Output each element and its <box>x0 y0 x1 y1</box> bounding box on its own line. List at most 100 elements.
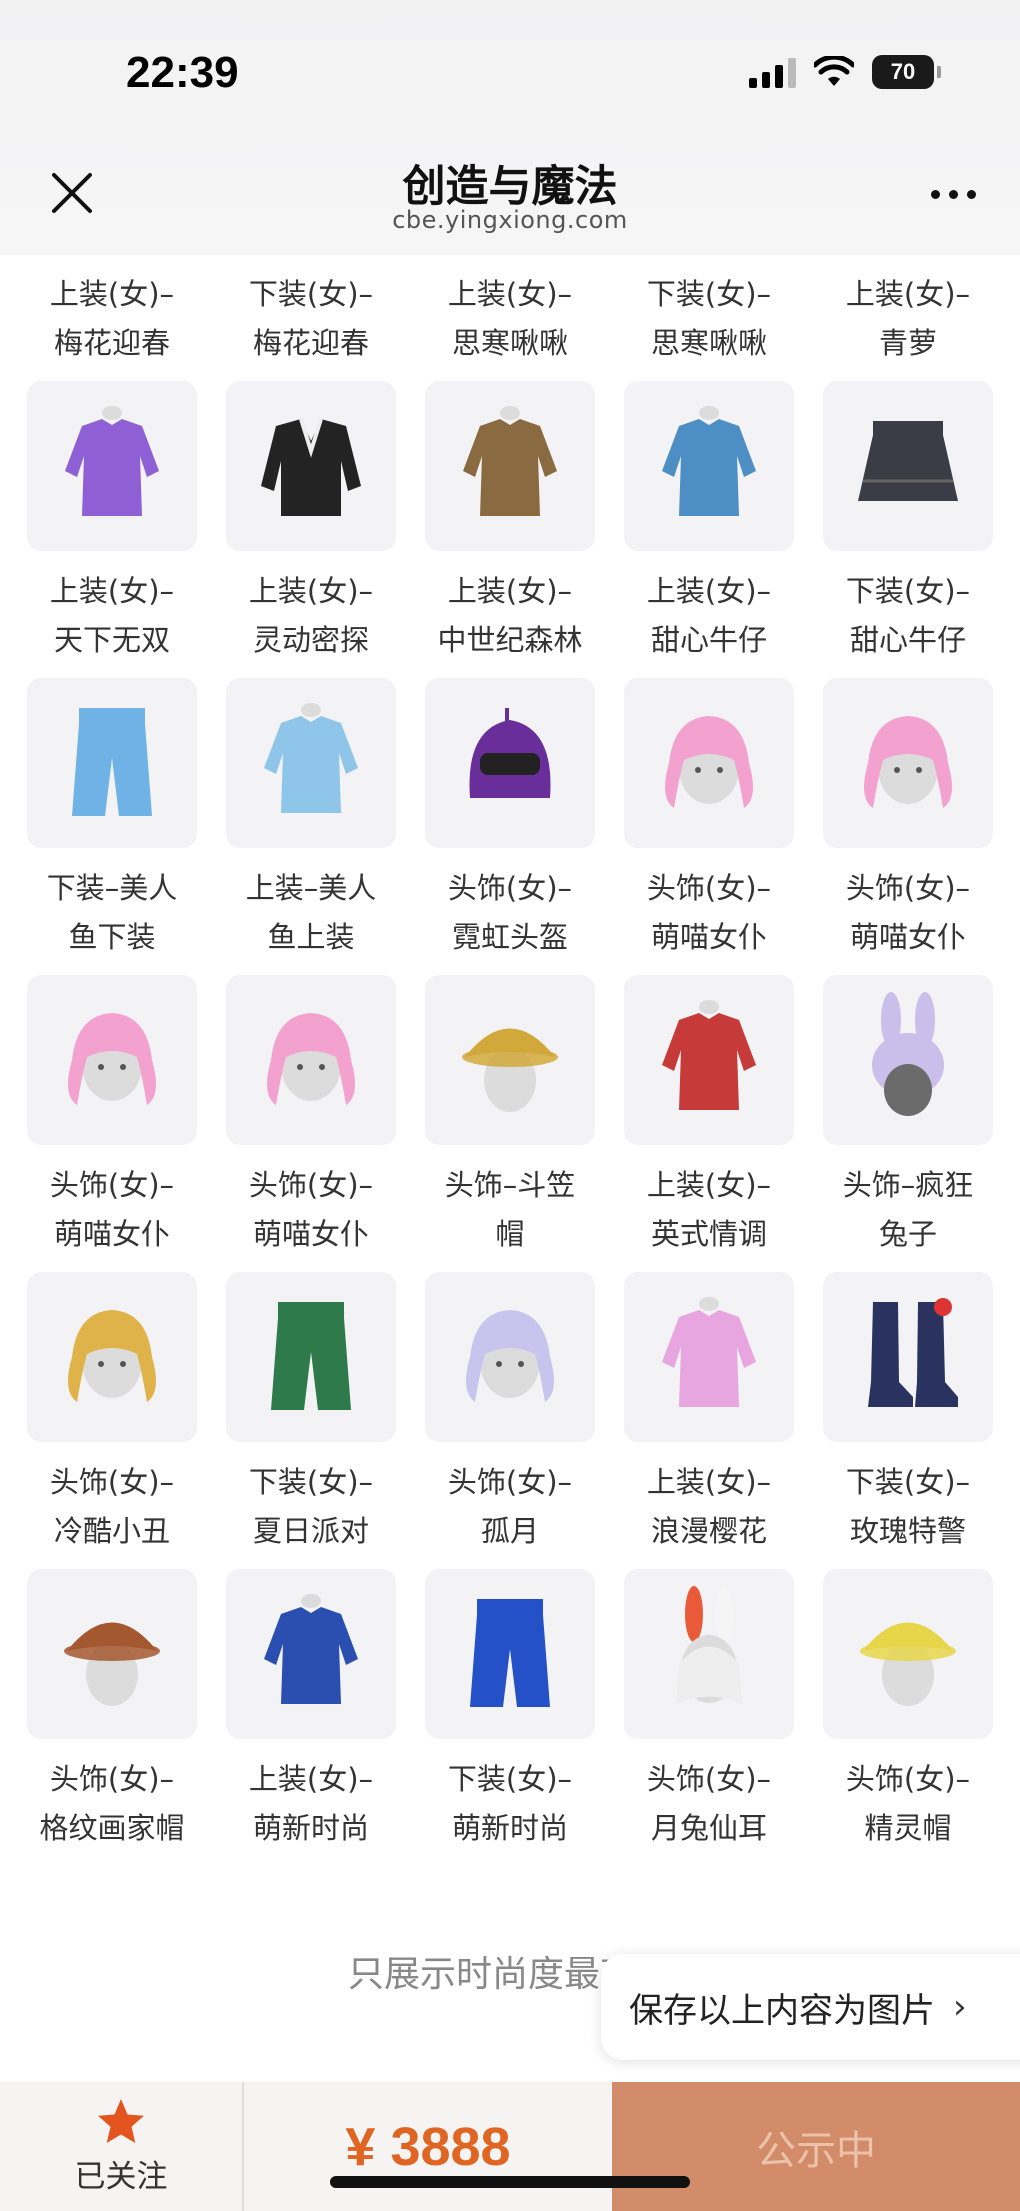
outfit-label-line1: 下装(女)– <box>646 277 772 311</box>
bunny-hat-icon <box>872 992 944 1116</box>
outfit-label-line1: 上装(女)– <box>248 574 374 608</box>
outfit-label-line1: 上装(女)– <box>646 1168 772 1202</box>
hat-icon <box>462 1028 558 1112</box>
outfit-label-line2: 霓虹头盔 <box>451 920 568 954</box>
outfit-item[interactable]: 上装(女)– 天下无双 <box>27 381 197 678</box>
outfit-label: 头饰(女)– 萌喵女仆 <box>216 1161 406 1259</box>
outfit-thumbnail <box>425 381 595 551</box>
outfit-label-line1: 头饰(女)– <box>49 1168 175 1202</box>
top-icon <box>264 703 358 813</box>
head-icon <box>267 1013 355 1105</box>
outfit-thumbnail <box>226 381 396 551</box>
outfit-label-line1: 上装(女)– <box>646 574 772 608</box>
outfit-item[interactable]: 头饰(女)– 孤月 <box>425 1272 595 1569</box>
outfit-label: 下装(女)– 梅花迎春 <box>216 270 406 368</box>
outfit-label: 头饰(女)– 月兔仙耳 <box>614 1755 804 1853</box>
outfit-item[interactable]: 头饰(女)– 月兔仙耳 <box>624 1569 794 1866</box>
outfit-item[interactable]: 上装(女)– 萌新时尚 <box>226 1569 396 1866</box>
outfit-label-line1: 头饰(女)– <box>845 1762 971 1796</box>
top-icon <box>662 406 756 516</box>
outfit-label: 头饰(女)– 萌喵女仆 <box>17 1161 207 1259</box>
outfit-thumbnail <box>624 381 794 551</box>
follow-button[interactable]: 已关注 <box>0 2082 242 2211</box>
save-as-image-label: 保存以上内容为图片 <box>629 1990 935 2031</box>
outfit-label-line1: 头饰(女)– <box>845 871 971 905</box>
outfit-label: 头饰(女)– 格纹画家帽 <box>17 1755 207 1853</box>
outfit-label-line1: 头饰–斗笠 <box>444 1168 576 1202</box>
chevron-right-icon: › <box>953 1987 967 2027</box>
outfit-item[interactable]: 头饰(女)– 格纹画家帽 <box>27 1569 197 1866</box>
outfit-label-line2: 月兔仙耳 <box>650 1811 767 1845</box>
jacket-icon <box>261 418 361 516</box>
bunny-ears-icon <box>676 1586 742 1704</box>
outfit-label-line1: 头饰(女)– <box>447 871 573 905</box>
price: ¥ 3888 <box>345 2116 511 2177</box>
status-icons: 70 <box>749 55 941 89</box>
outfit-grid: 上装(女)– 梅花迎春 下装(女)– 梅花迎春 上装(女)– 思寒啾啾 下装(女)– 思寒啾啾… <box>27 84 993 1866</box>
outfit-label-line1: 头饰(女)– <box>49 1465 175 1499</box>
outfit-item[interactable]: 头饰(女)– 萌喵女仆 <box>823 678 993 975</box>
outfit-label: 下装(女)– 甜心牛仔 <box>813 567 1003 665</box>
status-button[interactable]: 公示中 <box>612 2082 1020 2211</box>
outfit-item[interactable]: 上装(女)– 浪漫樱花 <box>624 1272 794 1569</box>
hat-icon <box>860 1622 956 1706</box>
outfit-item[interactable]: 头饰(女)– 萌喵女仆 <box>624 678 794 975</box>
outfit-label-line2: 中世纪森林 <box>437 623 583 657</box>
outfit-item[interactable]: 下装(女)– 萌新时尚 <box>425 1569 595 1866</box>
outfit-item[interactable]: 下装(女)– 甜心牛仔 <box>823 381 993 678</box>
outfit-item[interactable]: 下装(女)– 夏日派对 <box>226 1272 396 1569</box>
outfit-thumbnail <box>823 678 993 848</box>
outfit-item[interactable]: 头饰(女)– 萌喵女仆 <box>27 975 197 1272</box>
outfit-item[interactable]: 头饰–疯狂 兔子 <box>823 975 993 1272</box>
outfit-item[interactable]: 上装(女)– 英式情调 <box>624 975 794 1272</box>
outfit-item[interactable]: 下装–美人 鱼下装 <box>27 678 197 975</box>
outfit-label-line1: 头饰–疯狂 <box>842 1168 974 1202</box>
outfit-item[interactable]: 头饰(女)– 霓虹头盔 <box>425 678 595 975</box>
outfit-label-line2: 青萝 <box>878 326 937 360</box>
more-options-icon[interactable] <box>931 190 976 199</box>
outfit-label-line2: 萌喵女仆 <box>650 920 767 954</box>
outfit-label: 上装(女)– 思寒啾啾 <box>415 270 605 368</box>
outfit-thumbnail <box>226 1272 396 1442</box>
outfit-label: 上装(女)– 萌新时尚 <box>216 1755 406 1853</box>
outfit-label-line2: 甜心牛仔 <box>650 623 767 657</box>
outfit-label-line2: 鱼上装 <box>267 920 355 954</box>
outfit-item[interactable]: 上装(女)– 中世纪森林 <box>425 381 595 678</box>
outfit-label-line1: 下装(女)– <box>248 1465 374 1499</box>
outfit-label-line2: 萌喵女仆 <box>252 1217 369 1251</box>
outfit-item[interactable]: 头饰(女)– 冷酷小丑 <box>27 1272 197 1569</box>
outfit-thumbnail <box>226 975 396 1145</box>
outfit-item[interactable]: 头饰(女)– 精灵帽 <box>823 1569 993 1866</box>
outfit-thumbnail <box>27 1569 197 1739</box>
wifi-icon <box>814 56 854 86</box>
outfit-label: 上装(女)– 青萝 <box>813 270 1003 368</box>
outfit-item[interactable]: 头饰–斗笠帽 <box>425 975 595 1272</box>
outfit-label-line2: 甜心牛仔 <box>849 623 966 657</box>
outfit-item[interactable]: 上装(女)– 甜心牛仔 <box>624 381 794 678</box>
outfit-item[interactable]: 上装(女)– 灵动密探 <box>226 381 396 678</box>
bottom-icon <box>271 1302 351 1410</box>
outfit-label-line1: 头饰(女)– <box>646 871 772 905</box>
outfit-label: 上装(女)– 甜心牛仔 <box>614 567 804 665</box>
outfit-thumbnail <box>823 381 993 551</box>
outfit-label-line1: 头饰(女)– <box>248 1168 374 1202</box>
page-url: cbe.yingxiong.com <box>392 206 628 234</box>
bottom-action-bar: 已关注 ¥ 3888 公示中 <box>0 2082 1020 2211</box>
outfit-thumbnail <box>425 975 595 1145</box>
outfit-label-line1: 头饰(女)– <box>646 1762 772 1796</box>
outfit-label-line2: 梅花迎春 <box>252 326 369 360</box>
outfit-item[interactable]: 上装–美人 鱼上装 <box>226 678 396 975</box>
outfit-label: 头饰(女)– 精灵帽 <box>813 1755 1003 1853</box>
outfit-label-line1: 下装(女)– <box>248 277 374 311</box>
outfit-label-line2: 灵动密探 <box>252 623 369 657</box>
outfit-thumbnail <box>823 1569 993 1739</box>
outfit-label: 上装(女)– 英式情调 <box>614 1161 804 1259</box>
outfit-label: 下装(女)– 玫瑰特警 <box>813 1458 1003 1556</box>
head-icon <box>466 1310 554 1402</box>
outfit-item[interactable]: 头饰(女)– 萌喵女仆 <box>226 975 396 1272</box>
outfit-thumbnail <box>27 381 197 551</box>
outfit-item[interactable]: 下装(女)– 玫瑰特警 <box>823 1272 993 1569</box>
outfit-thumbnail <box>823 1272 993 1442</box>
save-as-image-button[interactable]: 保存以上内容为图片 › <box>601 1954 1020 2060</box>
outfit-label-line2: 萌喵女仆 <box>849 920 966 954</box>
